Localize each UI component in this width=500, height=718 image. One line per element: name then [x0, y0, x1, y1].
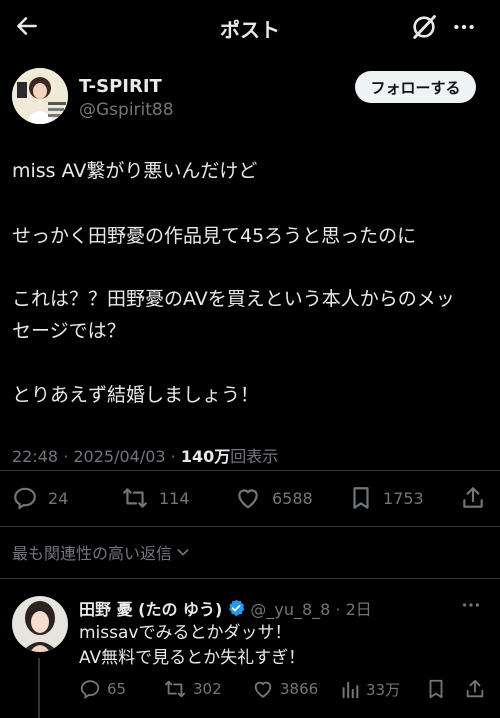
like-button[interactable]: 6588 — [234, 480, 313, 516]
reply-like-count: 3866 — [280, 680, 319, 698]
grok-icon — [413, 15, 436, 39]
reply-header: 田野 憂 (たの ゆう) @_yu_8_8 · 2日 — [79, 596, 372, 620]
comment-icon — [80, 680, 100, 699]
reply-text: missavでみるとかダッサ！ AV無料で見るとか失礼すぎ！ — [79, 621, 305, 671]
post-text-line: これは？？田野憂のAVを買えという本人からのメッ — [12, 288, 455, 310]
more-options-button[interactable] — [448, 11, 480, 43]
heart-icon — [254, 681, 272, 698]
author-handle[interactable]: @Gspirit88 — [79, 100, 174, 120]
grok-button[interactable] — [408, 11, 440, 43]
repost-count: 114 — [159, 488, 190, 508]
reply-bookmark-button[interactable] — [426, 676, 452, 702]
post-text-line: せっかく田野憂の作品見て45ろうと思ったのに — [12, 225, 417, 247]
reply-views-button[interactable]: 33万 — [340, 676, 400, 702]
more-horizontal-icon — [454, 24, 474, 30]
more-horizontal-icon — [462, 603, 480, 607]
repost-icon — [123, 488, 147, 508]
top-bar: ポスト — [0, 0, 500, 52]
post-text-line: とりあえず結婚しましょう！ — [12, 384, 260, 406]
heart-icon — [238, 489, 258, 509]
reply-author-name[interactable]: 田野 憂 (たの ゆう) — [79, 596, 222, 620]
bookmark-count: 1753 — [383, 488, 424, 508]
post-text-line: セージでは？ — [12, 320, 126, 342]
thread-line — [38, 658, 40, 718]
analytics-icon — [342, 681, 359, 699]
view-count: 140万 — [180, 447, 231, 466]
reply-count: 24 — [48, 488, 69, 508]
reply-reply-button[interactable]: 65 — [79, 676, 126, 702]
reply-sort-label: 最も関連性の高い返信 — [12, 544, 173, 563]
divider — [0, 578, 500, 579]
chevron-down-icon — [177, 549, 189, 556]
bookmark-icon — [429, 679, 443, 699]
reply-repost-count: 302 — [193, 680, 222, 698]
like-count: 6588 — [272, 488, 313, 508]
share-icon — [463, 487, 483, 508]
view-label: 回表示 — [230, 447, 279, 466]
reply-button[interactable]: 24 — [12, 480, 68, 516]
reply-share-button[interactable] — [464, 676, 492, 702]
verified-badge-icon — [229, 599, 245, 617]
reply-more-button[interactable] — [460, 594, 482, 620]
post-meta: 22:48 · 2025/04/03 · 140万回表示 — [12, 443, 278, 467]
reply-handle-time[interactable]: @_yu_8_8 · 2日 — [250, 596, 371, 620]
follow-button[interactable]: フォローする — [355, 71, 476, 103]
reply-text-line: AV無料で見るとか失礼すぎ！ — [79, 648, 306, 668]
divider — [0, 470, 500, 471]
share-icon — [466, 679, 484, 698]
bookmark-button[interactable]: 1753 — [349, 480, 424, 516]
bookmark-icon — [353, 487, 369, 509]
comment-icon — [14, 487, 36, 510]
share-button[interactable] — [460, 480, 496, 516]
post-action-bar: 24 114 6588 1753 — [0, 480, 500, 516]
repost-icon — [164, 680, 186, 698]
reply-sort-selector[interactable]: 最も関連性の高い返信 — [12, 540, 191, 564]
reply-view-count: 33万 — [366, 680, 401, 699]
reply-post[interactable]: 田野 憂 (たの ゆう) @_yu_8_8 · 2日 missavでみるとかダッ… — [0, 590, 500, 718]
reply-like-button[interactable]: 3866 — [252, 676, 318, 702]
divider — [0, 526, 500, 527]
reply-repost-button[interactable]: 302 — [163, 676, 222, 702]
author-name[interactable]: T-SPIRIT — [79, 76, 162, 97]
post-text-line: miss AV繋がり悪いんだけど — [12, 160, 258, 182]
reply-reply-count: 65 — [107, 680, 127, 698]
reply-text-line: missavでみるとかダッサ！ — [79, 623, 292, 643]
repost-button[interactable]: 114 — [121, 480, 190, 516]
post-timestamp[interactable]: 22:48 · 2025/04/03 · — [12, 447, 181, 466]
post-author: T-SPIRIT @Gspirit88 フォローする — [12, 68, 488, 128]
reply-avatar[interactable] — [12, 596, 68, 652]
author-avatar[interactable] — [12, 68, 68, 124]
